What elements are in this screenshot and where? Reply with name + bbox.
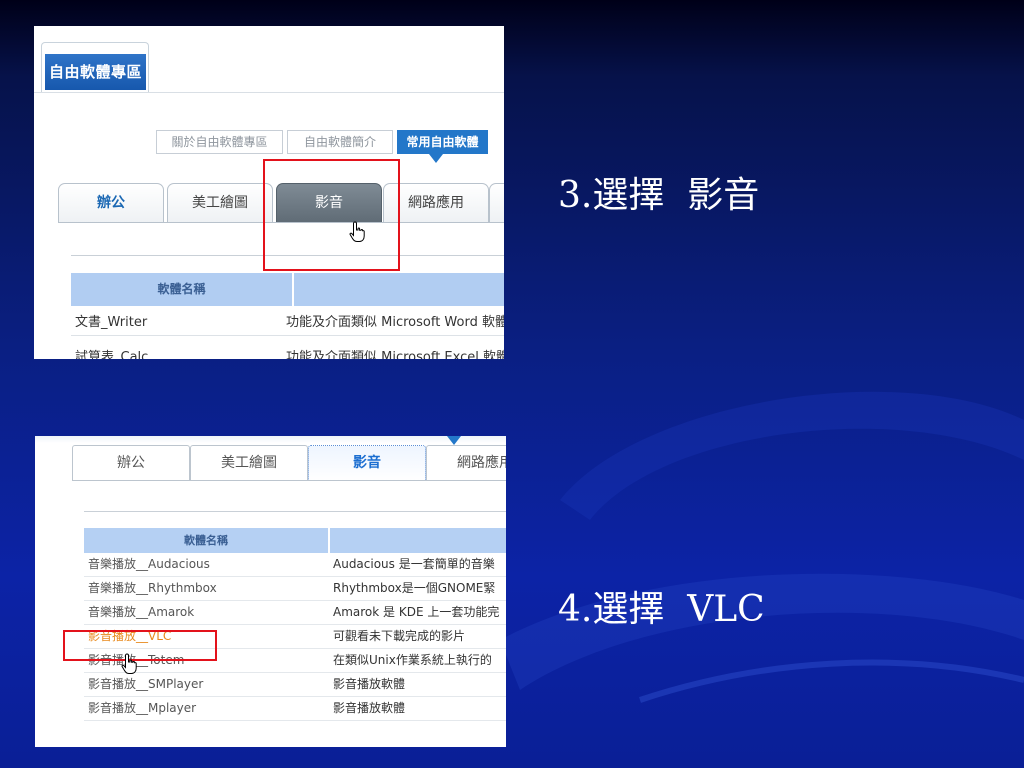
table-row[interactable]: 試算表_Calc 功能及介面類似 Microsoft Excel 軟體 — [71, 346, 504, 359]
active-indicator-arrow — [429, 154, 443, 163]
software-desc: Audacious 是一套簡單的音樂 — [333, 557, 495, 571]
subnav-common-software[interactable]: 常用自由軟體 — [397, 130, 488, 154]
zone-tab[interactable]: 自由軟體專區 — [41, 42, 149, 92]
tab-network[interactable]: 網路應用 — [426, 445, 506, 481]
software-name[interactable]: 影音播放__Mplayer — [88, 697, 196, 720]
hand-cursor-icon — [121, 653, 137, 674]
tab-office[interactable]: 辦公 — [58, 183, 164, 223]
software-name[interactable]: 音樂播放__Rhythmbox — [88, 577, 217, 600]
software-desc: Amarok 是 KDE 上一套功能完 — [333, 605, 500, 619]
top-band — [35, 436, 506, 443]
subnav-about[interactable]: 關於自由軟體專區 — [156, 130, 283, 154]
software-desc: 功能及介面類似 Microsoft Excel 軟體 — [286, 350, 504, 359]
table-row[interactable]: 音樂播放__Amarok Amarok 是 KDE 上一套功能完 — [84, 601, 506, 625]
table-header: 軟體名稱 — [84, 528, 506, 553]
software-name[interactable]: 文書_Writer — [75, 311, 147, 335]
tab-graphics[interactable]: 美工繪圖 — [190, 445, 308, 481]
screenshot-step4: 辦公 美工繪圖 影音 網路應用 軟體名稱 音樂播放__Audacious Aud… — [35, 436, 506, 747]
zone-tab-label: 自由軟體專區 — [45, 54, 146, 90]
table-row[interactable]: 影音播放__SMPlayer 影音播放軟體 — [84, 673, 506, 697]
tab-more[interactable] — [489, 183, 504, 223]
divider — [328, 528, 330, 553]
software-desc: Rhythmbox是一個GNOME緊 — [333, 581, 496, 595]
software-desc: 功能及介面類似 Microsoft Word 軟體 — [286, 315, 504, 330]
table-header: 軟體名稱 軟體 — [71, 273, 504, 306]
tab-office[interactable]: 辦公 — [72, 445, 190, 481]
column-header-name: 軟體名稱 — [157, 282, 206, 296]
subnav-intro[interactable]: 自由軟體簡介 — [287, 130, 393, 154]
highlight-box — [63, 630, 217, 661]
software-name[interactable]: 影音播放__SMPlayer — [88, 673, 203, 696]
divider — [292, 273, 294, 306]
software-name[interactable]: 試算表_Calc — [75, 346, 148, 359]
step4-caption: 4.選擇 VLC — [558, 589, 765, 630]
tab-graphics[interactable]: 美工繪圖 — [167, 183, 273, 223]
table-row[interactable]: 音樂播放__Rhythmbox Rhythmbox是一個GNOME緊 — [84, 577, 506, 601]
divider — [34, 92, 504, 93]
highlight-box — [263, 159, 400, 271]
table-row[interactable]: 影音播放__Mplayer 影音播放軟體 — [84, 697, 506, 721]
tab-media[interactable]: 影音 — [308, 445, 426, 481]
column-header-name: 軟體名稱 — [184, 534, 228, 547]
software-name[interactable]: 音樂播放__Amarok — [88, 601, 194, 624]
hand-cursor-icon — [349, 221, 365, 242]
screenshot-step3: 自由軟體專區 關於自由軟體專區 自由軟體簡介 常用自由軟體 辦公 美工繪圖 影音… — [34, 26, 504, 359]
table-row[interactable]: 文書_Writer 功能及介面類似 Microsoft Word 軟體 — [71, 311, 504, 336]
software-desc: 影音播放軟體 — [333, 701, 406, 715]
software-name[interactable]: 音樂播放__Audacious — [88, 553, 210, 576]
step3-caption: 3.選擇 影音 — [558, 175, 760, 216]
active-indicator-arrow — [447, 436, 461, 445]
tab-baseline — [72, 480, 506, 481]
software-desc: 在類似Unix作業系統上執行的 — [333, 653, 492, 667]
table-row[interactable]: 音樂播放__Audacious Audacious 是一套簡單的音樂 — [84, 553, 506, 577]
software-desc: 影音播放軟體 — [333, 677, 406, 691]
divider — [84, 511, 506, 512]
software-desc: 可觀看未下載完成的影片 — [333, 629, 466, 643]
